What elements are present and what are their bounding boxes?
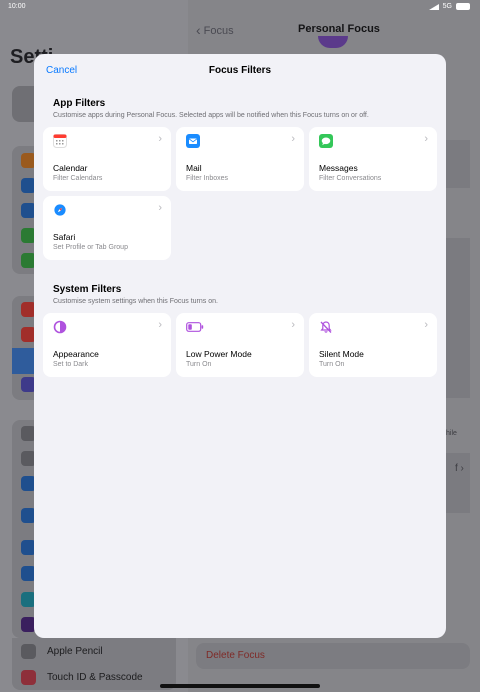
appearance-filter-card[interactable]: › Appearance Set to Dark xyxy=(43,313,171,377)
safari-filter-card[interactable]: › Safari Set Profile or Tab Group xyxy=(43,196,171,260)
sidebar-item-touch-id[interactable]: Touch ID & Passcode xyxy=(12,664,176,690)
calendar-filter-card[interactable]: › Calendar Filter Calendars xyxy=(43,127,171,191)
chevron-right-icon: › xyxy=(291,133,295,145)
back-button[interactable]: ‹ Focus xyxy=(196,22,234,38)
chevron-right-icon: › xyxy=(158,202,162,214)
card-subtitle: Set Profile or Tab Group xyxy=(53,244,128,251)
chevron-right-icon: › xyxy=(291,319,295,331)
card-subtitle: Filter Conversations xyxy=(319,175,382,182)
detail-card xyxy=(446,238,470,398)
messages-icon xyxy=(319,134,333,148)
delete-focus-button[interactable]: Delete Focus xyxy=(196,643,470,669)
card-name: Silent Mode xyxy=(319,349,364,359)
card-name: Appearance xyxy=(53,349,99,359)
system-filters-subtitle: Customise system settings when this Focu… xyxy=(53,298,218,305)
status-time: 10:00 xyxy=(8,3,26,10)
low-power-mode-filter-card[interactable]: › Low Power Mode Turn On xyxy=(176,313,304,377)
app-filters-subtitle: Customise apps during Personal Focus. Se… xyxy=(53,112,369,119)
battery-icon xyxy=(186,320,204,334)
appearance-icon xyxy=(53,320,67,334)
mail-filter-card[interactable]: › Mail Filter Inboxes xyxy=(176,127,304,191)
avatar[interactable] xyxy=(12,86,36,122)
app-filters-title: App Filters xyxy=(53,98,106,109)
chevron-right-icon: › xyxy=(158,319,162,331)
home-indicator[interactable] xyxy=(160,684,320,688)
chevron-right-icon: › xyxy=(158,133,162,145)
detail-card xyxy=(446,140,470,188)
messages-filter-card[interactable]: › Messages Filter Conversations xyxy=(309,127,437,191)
sidebar-item-apple-pencil[interactable]: Apple Pencil xyxy=(12,638,176,664)
card-subtitle: Filter Calendars xyxy=(53,175,103,182)
card-name: Low Power Mode xyxy=(186,349,252,359)
card-name: Safari xyxy=(53,232,76,242)
sheet-title: Focus Filters xyxy=(208,65,272,76)
card-name: Mail xyxy=(186,163,202,173)
signal-icon xyxy=(428,3,439,10)
sidebar-selected-indicator xyxy=(12,348,36,374)
bell-slash-icon xyxy=(319,320,333,334)
card-subtitle: Turn On xyxy=(186,361,212,368)
card-subtitle: Set to Dark xyxy=(53,361,89,368)
focus-filters-sheet: Cancel Focus Filters App Filters Customi… xyxy=(34,54,446,638)
card-subtitle: Turn On xyxy=(319,361,345,368)
card-subtitle: Filter Inboxes xyxy=(186,175,229,182)
detail-value: f xyxy=(455,463,458,474)
delete-focus-label: Delete Focus xyxy=(206,650,265,661)
chevron-right-icon: › xyxy=(424,319,428,331)
fingerprint-icon xyxy=(21,669,36,685)
detail-card[interactable] xyxy=(446,453,470,513)
pencil-icon xyxy=(21,643,36,659)
battery-status-icon xyxy=(456,3,470,10)
card-name: Messages xyxy=(319,163,358,173)
sidebar-item-label: Apple Pencil xyxy=(47,645,103,657)
network-label: 5G xyxy=(442,3,452,10)
card-name: Calendar xyxy=(53,163,88,173)
status-right: 5G xyxy=(428,3,470,10)
silent-mode-filter-card[interactable]: › Silent Mode Turn On xyxy=(309,313,437,377)
safari-icon xyxy=(53,203,67,217)
chevron-left-icon: ‹ xyxy=(196,22,201,38)
status-bar: 10:00 5G xyxy=(0,0,480,14)
calendar-icon xyxy=(53,134,67,148)
chevron-right-icon: › xyxy=(424,133,428,145)
system-filters-title: System Filters xyxy=(53,284,122,295)
mail-icon xyxy=(186,134,200,148)
detail-hint-text: hile xyxy=(446,430,457,437)
detail-title: Personal Focus xyxy=(298,23,380,35)
detail-row-value: f › xyxy=(455,463,464,474)
sidebar-item-label: Touch ID & Passcode xyxy=(47,671,143,683)
back-label: Focus xyxy=(203,25,234,37)
